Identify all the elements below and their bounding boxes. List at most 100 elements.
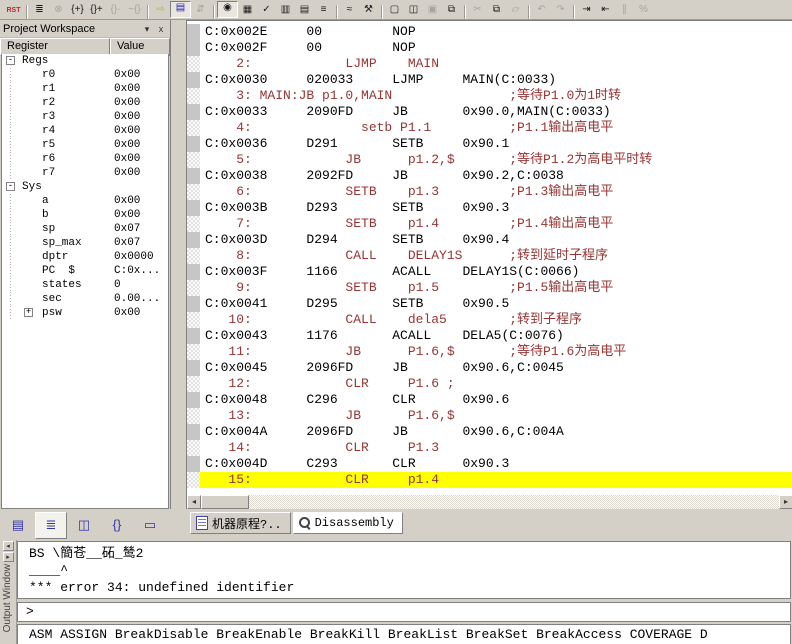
reset-cpu-icon[interactable]: RST: [4, 3, 23, 18]
breakpoint-margin[interactable]: [187, 264, 200, 280]
register-row[interactable]: sec0.00...: [2, 292, 168, 306]
output-prev-tab-arrow[interactable]: ◂: [3, 541, 14, 551]
disassembly-line[interactable]: C:0x0033 2090FD JB 0x90.0,MAIN(C:0033): [187, 104, 792, 120]
save-all-files-icon[interactable]: ⧉: [442, 3, 461, 18]
register-group-row[interactable]: -Sys: [2, 180, 168, 194]
disassembly-line[interactable]: 12: CLR P1.6 ;: [187, 376, 792, 392]
disassembly-line[interactable]: 6: SETB p1.3 ;P1.3输出高电平: [187, 184, 792, 200]
disassembly-line[interactable]: 13: JB P1.6,$: [187, 408, 792, 424]
breakpoint-margin[interactable]: [187, 440, 200, 456]
register-row[interactable]: r70x00: [2, 166, 168, 180]
register-row[interactable]: r30x00: [2, 110, 168, 124]
disassembly-line[interactable]: 2: LJMP MAIN: [187, 56, 792, 72]
register-row[interactable]: r10x00: [2, 82, 168, 96]
register-row[interactable]: PC $C:0x...: [2, 264, 168, 278]
register-row[interactable]: r20x00: [2, 96, 168, 110]
disassembly-line[interactable]: C:0x0043 1176 ACALL DELA5(C:0076): [187, 328, 792, 344]
register-row[interactable]: r60x00: [2, 152, 168, 166]
disassembly-line[interactable]: C:0x0036 D291 SETB 0x90.1: [187, 136, 792, 152]
breakpoint-margin[interactable]: [187, 296, 200, 312]
code-coverage-window-icon[interactable]: ✓: [257, 3, 276, 18]
breakpoint-margin[interactable]: [187, 456, 200, 472]
disassembly-line[interactable]: C:0x003B D293 SETB 0x90.3: [187, 200, 792, 216]
disassembly-line[interactable]: C:0x002E 00 NOP: [187, 24, 792, 40]
insert-breakpoint-icon[interactable]: {+}: [68, 3, 87, 18]
tree-expand-icon[interactable]: +: [24, 308, 33, 317]
breakpoint-margin[interactable]: [187, 88, 200, 104]
project-workspace-titlebar[interactable]: Project Workspace ▾ x: [0, 20, 170, 38]
breakpoint-margin[interactable]: [187, 344, 200, 360]
breakpoint-margin[interactable]: [187, 328, 200, 344]
disassembly-line[interactable]: 10: CALL dela5 ;转到子程序: [187, 312, 792, 328]
unindent-icon[interactable]: ⇤: [596, 3, 615, 18]
new-file-icon[interactable]: ▢: [385, 3, 404, 18]
register-row[interactable]: r40x00: [2, 124, 168, 138]
disassembly-horizontal-scrollbar[interactable]: ◂ ▸: [187, 495, 792, 509]
logic-analyzer-window-icon[interactable]: ≈: [340, 3, 359, 18]
open-file-icon[interactable]: ◫: [404, 3, 423, 18]
disassembly-line[interactable]: 11: JB P1.6,$ ;等待P1.6为高电平: [187, 344, 792, 360]
scroll-right-button[interactable]: ▸: [779, 495, 792, 509]
disassembly-line[interactable]: 7: SETB p1.4 ;P1.4输出高电平: [187, 216, 792, 232]
disassembly-line[interactable]: C:0x0038 2092FD JB 0x90.2,C:0038: [187, 168, 792, 184]
disassembly-line[interactable]: 8: CALL DELAY1S ;转到延时子程序: [187, 248, 792, 264]
disassembly-line[interactable]: C:0x002F 00 NOP: [187, 40, 792, 56]
output-window-drag-strip[interactable]: ◂ ▸ Output Window: [0, 540, 17, 644]
scroll-left-button[interactable]: ◂: [187, 495, 201, 509]
files-tab[interactable]: ▤: [2, 512, 34, 539]
workspace-dropdown-button[interactable]: ▾: [140, 23, 154, 36]
breakpoint-margin[interactable]: [187, 56, 200, 72]
functions-tab[interactable]: {}: [101, 512, 133, 539]
memory-window-icon[interactable]: ▦: [238, 3, 257, 18]
breakpoint-margin[interactable]: [187, 200, 200, 216]
disassembly-line[interactable]: 3: MAIN:JB p1.0,MAIN ;等待P1.0为1时转: [187, 88, 792, 104]
source-file-tab[interactable]: 机器原程?..: [190, 512, 291, 534]
breakpoint-margin[interactable]: [187, 312, 200, 328]
breakpoint-margin[interactable]: [187, 72, 200, 88]
breakpoint-margin[interactable]: [187, 280, 200, 296]
copy-icon[interactable]: ⧉: [487, 3, 506, 18]
enable-breakpoint-icon[interactable]: {}+: [87, 3, 106, 18]
breakpoint-margin[interactable]: [187, 24, 200, 40]
register-row[interactable]: b0x00: [2, 208, 168, 222]
breakpoint-margin[interactable]: [187, 104, 200, 120]
breakpoint-margin[interactable]: [187, 360, 200, 376]
disassembly-window-icon[interactable]: ◉: [217, 1, 238, 18]
scrollbar-thumb[interactable]: [201, 495, 249, 509]
disassembly-line[interactable]: C:0x003D D294 SETB 0x90.4: [187, 232, 792, 248]
breakpoint-margin[interactable]: [187, 424, 200, 440]
register-row[interactable]: +psw0x00: [2, 306, 168, 320]
breakpoint-margin[interactable]: [187, 392, 200, 408]
register-row[interactable]: r50x00: [2, 138, 168, 152]
disassembly-tab[interactable]: Disassembly: [293, 512, 403, 534]
performance-analyzer-window-icon[interactable]: ▥: [276, 3, 295, 18]
breakpoint-margin[interactable]: [187, 232, 200, 248]
templates-tab[interactable]: ▭: [134, 512, 166, 539]
disassembly-line[interactable]: C:0x0048 C296 CLR 0x90.6: [187, 392, 792, 408]
register-row[interactable]: a0x00: [2, 194, 168, 208]
breakpoint-margin[interactable]: [187, 120, 200, 136]
indent-icon[interactable]: ⇥: [577, 3, 596, 18]
output-next-tab-arrow[interactable]: ▸: [3, 552, 14, 562]
show-next-statement-list-icon[interactable]: ≣: [30, 3, 49, 18]
register-row[interactable]: r00x00: [2, 68, 168, 82]
registers-window-icon[interactable]: ▤: [170, 1, 191, 18]
disassembly-current-line[interactable]: 15: CLR p1.4: [187, 472, 792, 488]
books-tab[interactable]: ◫: [68, 512, 100, 539]
symbol-window-icon[interactable]: ≡: [314, 3, 333, 18]
disassembly-line[interactable]: C:0x003F 1166 ACALL DELAY1S(C:0066): [187, 264, 792, 280]
register-row[interactable]: sp_max0x07: [2, 236, 168, 250]
tree-expand-icon[interactable]: -: [6, 56, 15, 65]
show-next-statement-icon[interactable]: ⇨: [151, 3, 170, 18]
breakpoint-margin[interactable]: [187, 408, 200, 424]
disassembly-line[interactable]: C:0x004A 2096FD JB 0x90.6,C:004A: [187, 424, 792, 440]
register-row[interactable]: states0: [2, 278, 168, 292]
tree-expand-icon[interactable]: -: [6, 182, 15, 191]
disassembly-line[interactable]: C:0x004D C293 CLR 0x90.3: [187, 456, 792, 472]
registers-tab[interactable]: ≣: [35, 512, 67, 539]
breakpoint-margin[interactable]: [187, 472, 200, 488]
breakpoint-margin[interactable]: [187, 168, 200, 184]
breakpoint-margin[interactable]: [187, 184, 200, 200]
breakpoint-margin[interactable]: [187, 376, 200, 392]
disassembly-line[interactable]: 9: SETB p1.5 ;P1.5输出高电平: [187, 280, 792, 296]
